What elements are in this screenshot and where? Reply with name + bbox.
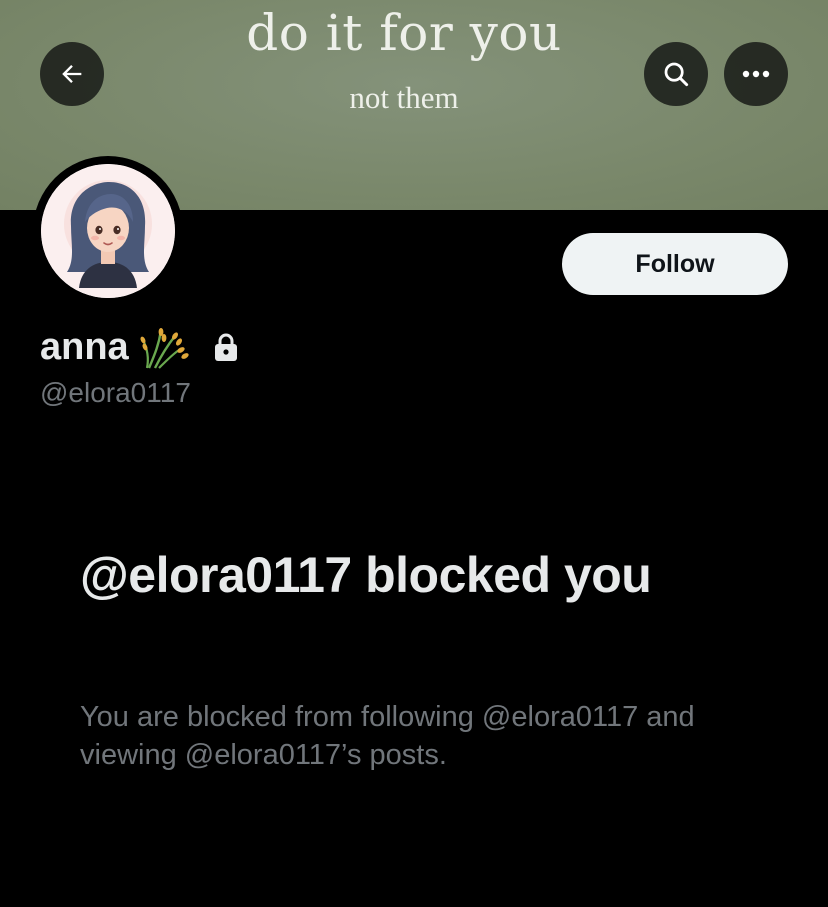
back-button[interactable] [40,42,104,106]
blocked-message: You are blocked from following @elora011… [80,701,695,771]
lock-icon [214,333,237,361]
more-horizontal-icon [742,70,770,78]
follow-button[interactable]: Follow [562,233,788,295]
avatar[interactable] [41,164,175,298]
search-icon [664,62,689,87]
arrow-left-icon [62,65,82,83]
display-name: anna [40,325,129,368]
display-name-row: anna [40,322,239,372]
avatar-illustration [41,164,175,298]
sheaf-of-rice-icon [140,328,189,369]
profile-handle: @elora0117 [40,377,191,408]
blocked-heading: @elora0117 blocked you [80,547,652,603]
more-options-button[interactable] [724,42,788,106]
search-button[interactable] [644,42,708,106]
